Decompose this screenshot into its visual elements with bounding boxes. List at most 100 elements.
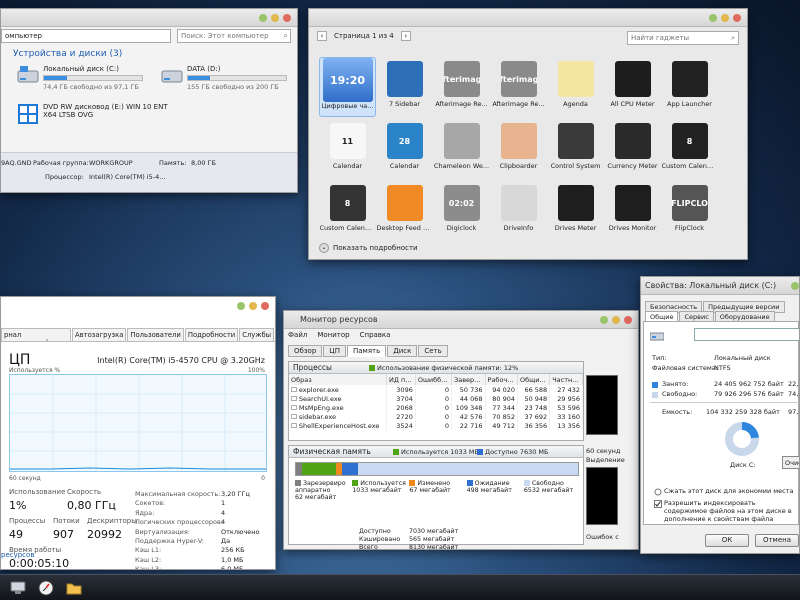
table-row[interactable]: ☐ sidebar.exe 2720 0 42 576 70 852 37 692 33 1… bbox=[289, 412, 583, 421]
index-checkbox[interactable] bbox=[654, 500, 662, 510]
free-swatch bbox=[652, 392, 658, 398]
tab-2[interactable]: Память bbox=[346, 345, 387, 357]
table-row[interactable]: ☐ MsMpEng.exe 2068 0 109 348 77 344 23 748 53 … bbox=[289, 403, 583, 412]
gadget-tile[interactable]: 11 Calendar bbox=[319, 119, 376, 179]
resource-monitor-titlebar[interactable]: Монитор ресурсов bbox=[284, 311, 638, 329]
gadgets-titlebar[interactable] bbox=[309, 9, 747, 27]
row-checkbox[interactable]: ☐ bbox=[291, 422, 299, 430]
ok-button[interactable]: ОК bbox=[705, 534, 749, 547]
gadget-tile[interactable]: Desktop Feed R... bbox=[376, 181, 433, 241]
gadget-tile[interactable]: Control System bbox=[547, 119, 604, 179]
gadget-tile[interactable]: Afterimage Afterimage Re... bbox=[490, 57, 547, 117]
compress-checkbox[interactable] bbox=[654, 488, 662, 498]
gadget-label: Digiclock bbox=[446, 224, 477, 232]
gadget-tile[interactable]: FLIPCLO FlipClock bbox=[661, 181, 718, 241]
gadget-tile[interactable]: Drives Monitor bbox=[604, 181, 661, 241]
explorer-titlebar[interactable] bbox=[1, 9, 297, 27]
tab-4[interactable]: Сеть bbox=[418, 345, 448, 357]
clock-app-icon[interactable] bbox=[36, 578, 56, 598]
table-cell: 13 356 bbox=[549, 421, 583, 430]
cancel-button[interactable]: Отмена bbox=[755, 534, 799, 547]
network-icon[interactable] bbox=[8, 578, 28, 598]
gadget-tile[interactable]: 02:02 Digiclock bbox=[433, 181, 490, 241]
column-header[interactable]: ИД п... bbox=[386, 374, 416, 385]
minimize-button[interactable] bbox=[237, 302, 245, 310]
minimize-button[interactable] bbox=[600, 316, 608, 324]
task-manager-titlebar[interactable] bbox=[1, 297, 275, 315]
close-button[interactable] bbox=[261, 302, 269, 310]
tab-1[interactable]: ЦП bbox=[323, 345, 346, 357]
column-header[interactable]: Ошибб... bbox=[415, 374, 453, 385]
column-header[interactable]: Общи... bbox=[517, 374, 551, 385]
spec-label: Логических процессоров: bbox=[135, 518, 224, 527]
maximize-button[interactable] bbox=[271, 14, 279, 22]
gadget-search-input[interactable]: Найти гаджеты ⌕ bbox=[627, 31, 739, 45]
menu-item[interactable]: Монитор bbox=[317, 331, 349, 339]
gadget-tile[interactable]: 28 Calendar bbox=[376, 119, 433, 179]
menu-item[interactable]: Файл bbox=[288, 331, 307, 339]
table-row[interactable]: ☐ ShellExperienceHost.exe 3524 0 22 716 49 7… bbox=[289, 421, 583, 430]
table-cell: 37 692 bbox=[517, 412, 551, 421]
prev-page-button[interactable]: ‹ bbox=[317, 31, 327, 41]
properties-titlebar[interactable]: Свойства: Локальный диск (C:) bbox=[641, 277, 799, 295]
show-details-toggle[interactable]: ⌄ Показать подробности bbox=[319, 243, 418, 253]
row-checkbox[interactable]: ☐ bbox=[291, 413, 299, 421]
row-checkbox[interactable]: ☐ bbox=[291, 404, 299, 412]
minimize-button[interactable] bbox=[791, 282, 799, 290]
drive-label-input[interactable] bbox=[694, 328, 799, 341]
column-header[interactable]: Завер... bbox=[451, 374, 486, 385]
gadget-tile[interactable]: 8 Custom Calendar bbox=[319, 181, 376, 241]
address-bar[interactable]: омпьютер bbox=[1, 29, 171, 43]
section-title[interactable]: Устройства и диски (3) bbox=[13, 49, 122, 59]
close-button[interactable] bbox=[624, 316, 632, 324]
threads-value: 907 bbox=[53, 528, 74, 541]
gadget-tile[interactable]: Afterimage Afterimage Re... bbox=[433, 57, 490, 117]
gadget-tile[interactable]: Drives Meter bbox=[547, 181, 604, 241]
tab-0[interactable]: Обзор bbox=[288, 345, 323, 357]
gadget-tile[interactable]: 19:20 Цифровые ча... bbox=[319, 57, 376, 117]
tab-3[interactable]: Диск bbox=[387, 345, 418, 357]
drive-e[interactable]: DVD RW дисковод (E:) WIN 10 ENT X64 LTSB … bbox=[17, 103, 168, 125]
gadget-tile[interactable]: Agenda bbox=[547, 57, 604, 117]
gadget-tile[interactable]: All CPU Meter bbox=[604, 57, 661, 117]
folder-icon[interactable] bbox=[64, 578, 84, 598]
table-cell: 0 bbox=[415, 403, 453, 412]
gadget-tile[interactable]: App Launcher bbox=[661, 57, 718, 117]
search-input[interactable]: Поиск: Этот компьютер ⌕ bbox=[177, 29, 291, 43]
gadget-tile[interactable]: Currency Meter bbox=[604, 119, 661, 179]
table-row[interactable]: ☐ SearchUI.exe 3704 0 44 068 80 904 50 948 29 … bbox=[289, 394, 583, 403]
gadget-tile[interactable]: Clipboarder bbox=[490, 119, 547, 179]
table-cell: 42 576 bbox=[451, 412, 486, 421]
cell-text: 22 716 bbox=[459, 421, 483, 430]
drive-d[interactable]: DATA (D:) 155 ГБ свободно из 200 ГБ bbox=[161, 65, 287, 91]
table-row[interactable]: ☐ explorer.exe 3096 0 50 736 94 020 66 588 27 … bbox=[289, 385, 583, 394]
column-header[interactable]: Частн... bbox=[549, 374, 583, 385]
resource-monitor-link[interactable]: ресурсов bbox=[1, 551, 34, 559]
next-page-button[interactable]: › bbox=[400, 31, 411, 41]
column-header[interactable]: Рабоч... bbox=[485, 374, 519, 385]
table-cell: 0 bbox=[415, 412, 453, 421]
close-button[interactable] bbox=[283, 14, 291, 22]
legend-item: Используется 1033 мегабайт bbox=[352, 480, 409, 501]
minimize-button[interactable] bbox=[709, 14, 717, 22]
close-button[interactable] bbox=[733, 14, 741, 22]
gadget-tile[interactable]: 7 Sidebar bbox=[376, 57, 433, 117]
gadget-tile[interactable]: 8 Custom Calendar bbox=[661, 119, 718, 179]
column-header[interactable]: Образ bbox=[289, 374, 388, 385]
cpu-panel: ЦП Intel(R) Core(TM) i5-4570 CPU @ 3.20G… bbox=[1, 341, 275, 569]
maximize-button[interactable] bbox=[612, 316, 620, 324]
gadget-tile[interactable]: Chameleon We... bbox=[433, 119, 490, 179]
processes-header[interactable]: Процессы Использование физической памяти… bbox=[289, 362, 583, 374]
memory-header[interactable]: Физическая память Используется 1033 МБ Д… bbox=[289, 446, 583, 458]
menu-item[interactable]: Справка bbox=[360, 331, 391, 339]
minimize-button[interactable] bbox=[259, 14, 267, 22]
maximize-button[interactable] bbox=[721, 14, 729, 22]
gadget-tile[interactable]: DriveInfo bbox=[490, 181, 547, 241]
disk-cleanup-button[interactable]: Очист bbox=[782, 456, 799, 469]
gadget-label: App Launcher bbox=[667, 100, 712, 108]
row-checkbox[interactable]: ☐ bbox=[291, 395, 299, 403]
drive-c[interactable]: Локальный диск (C:) 74,4 ГБ свободно из 9… bbox=[17, 65, 143, 91]
disk-properties-window: Свойства: Локальный диск (C:) Безопаснос… bbox=[640, 276, 800, 554]
row-checkbox[interactable]: ☐ bbox=[291, 386, 299, 394]
maximize-button[interactable] bbox=[249, 302, 257, 310]
